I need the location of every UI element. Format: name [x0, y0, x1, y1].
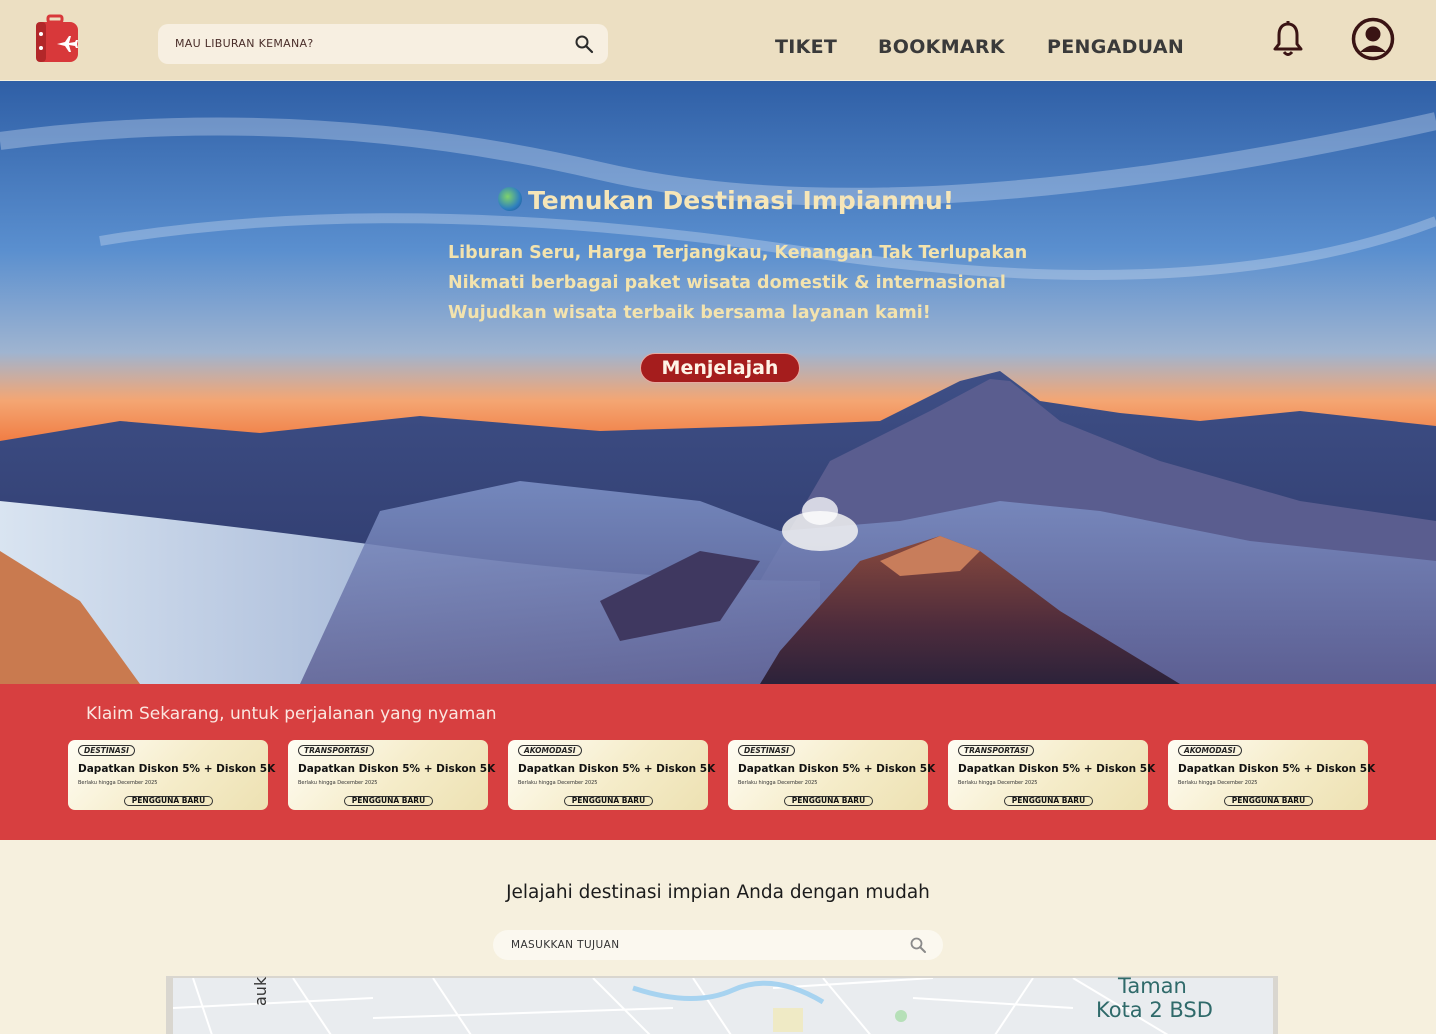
- nav-bookmark[interactable]: BOOKMARK: [878, 36, 1005, 58]
- hero-tagline-1: Liburan Seru, Harga Terjangkau, Kenangan…: [448, 243, 1028, 263]
- card-validity: Berlaku hingga December 2025: [1178, 780, 1258, 786]
- map-view[interactable]: auk Taman Kota 2 BSD: [166, 976, 1278, 1034]
- globe-icon: [498, 187, 522, 211]
- card-validity: Berlaku hingga December 2025: [958, 780, 1038, 786]
- card-validity: Berlaku hingga December 2025: [298, 780, 378, 786]
- card-badge: PENGGUNA BARU: [1004, 796, 1093, 806]
- destination-search-placeholder: MASUKKAN TUJUAN: [511, 939, 620, 951]
- map-place-label: Taman: [1118, 976, 1187, 998]
- explore-heading: Jelajahi destinasi impian Anda dengan mu…: [506, 882, 930, 903]
- promo-card[interactable]: DESTINASI Dapatkan Diskon 5% + Diskon 5K…: [728, 740, 935, 810]
- card-tag: DESTINASI: [78, 745, 135, 756]
- promo-card[interactable]: DESTINASI Dapatkan Diskon 5% + Diskon 5K…: [68, 740, 275, 810]
- card-title: Dapatkan Diskon 5% + Diskon 5K: [738, 763, 936, 775]
- nav-pengaduan[interactable]: PENGADUAN: [1047, 36, 1184, 58]
- card-validity: Berlaku hingga December 2025: [78, 780, 158, 786]
- search-placeholder: MAU LIBURAN KEMANA?: [175, 37, 314, 50]
- bell-icon[interactable]: [1272, 20, 1304, 58]
- user-icon[interactable]: [1351, 17, 1395, 61]
- explore-button[interactable]: Menjelajah: [640, 353, 800, 383]
- hero-tagline-2: Nikmati berbagai paket wisata domestik &…: [448, 273, 1006, 293]
- card-tag: DESTINASI: [738, 745, 795, 756]
- hero-title: Temukan Destinasi Impianmu!: [498, 186, 1018, 215]
- card-tag: TRANSPORTASI: [298, 745, 375, 756]
- card-badge: PENGGUNA BARU: [344, 796, 433, 806]
- promo-card[interactable]: TRANSPORTASI Dapatkan Diskon 5% + Diskon…: [288, 740, 495, 810]
- hero-banner: Temukan Destinasi Impianmu! Liburan Seru…: [0, 81, 1436, 684]
- promo-card[interactable]: TRANSPORTASI Dapatkan Diskon 5% + Diskon…: [948, 740, 1155, 810]
- card-badge: PENGGUNA BARU: [784, 796, 873, 806]
- card-title: Dapatkan Diskon 5% + Diskon 5K: [958, 763, 1156, 775]
- card-badge: PENGGUNA BARU: [1224, 796, 1313, 806]
- card-validity: Berlaku hingga December 2025: [518, 780, 598, 786]
- hero-title-text: Temukan Destinasi Impianmu!: [528, 186, 955, 215]
- card-tag: AKOMODASI: [1178, 745, 1242, 756]
- promo-section: Klaim Sekarang, untuk perjalanan yang ny…: [0, 684, 1436, 840]
- top-navbar: MAU LIBURAN KEMANA? TIKET BOOKMARK PENGA…: [0, 0, 1436, 80]
- nav-tiket[interactable]: TIKET: [775, 36, 837, 58]
- card-title: Dapatkan Diskon 5% + Diskon 5K: [298, 763, 496, 775]
- destination-search[interactable]: MASUKKAN TUJUAN: [493, 930, 943, 960]
- map-place-label: Kota 2 BSD: [1096, 998, 1213, 1022]
- hero-tagline-3: Wujudkan wisata terbaik bersama layanan …: [448, 303, 931, 323]
- search-icon[interactable]: [574, 34, 594, 54]
- map-street-label: auk: [251, 976, 270, 1006]
- search-icon[interactable]: [909, 936, 927, 954]
- map-canvas[interactable]: auk Taman Kota 2 BSD: [173, 976, 1273, 1034]
- card-validity: Berlaku hingga December 2025: [738, 780, 818, 786]
- search-bar[interactable]: MAU LIBURAN KEMANA?: [158, 24, 608, 64]
- promo-title: Klaim Sekarang, untuk perjalanan yang ny…: [86, 704, 497, 724]
- promo-card[interactable]: AKOMODASI Dapatkan Diskon 5% + Diskon 5K…: [1168, 740, 1375, 810]
- card-badge: PENGGUNA BARU: [564, 796, 653, 806]
- card-badge: PENGGUNA BARU: [124, 796, 213, 806]
- suitcase-plane-logo[interactable]: [34, 14, 80, 64]
- card-title: Dapatkan Diskon 5% + Diskon 5K: [78, 763, 276, 775]
- card-tag: TRANSPORTASI: [958, 745, 1035, 756]
- promo-card[interactable]: AKOMODASI Dapatkan Diskon 5% + Diskon 5K…: [508, 740, 715, 810]
- card-title: Dapatkan Diskon 5% + Diskon 5K: [1178, 763, 1376, 775]
- card-title: Dapatkan Diskon 5% + Diskon 5K: [518, 763, 716, 775]
- card-tag: AKOMODASI: [518, 745, 582, 756]
